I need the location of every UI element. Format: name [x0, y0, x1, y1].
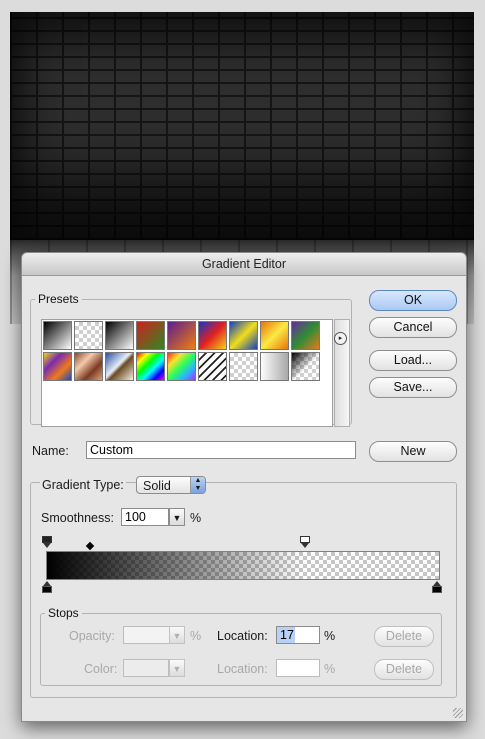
color-dropdown-icon[interactable]: ▼: [169, 659, 185, 677]
brick-wall-image: [10, 12, 474, 240]
delete-button-bottom[interactable]: Delete: [374, 659, 434, 680]
save-button[interactable]: Save...: [369, 377, 457, 398]
preset-swatch-yellow-violet-orange-blue[interactable]: [43, 352, 72, 381]
preset-swatch-red-green[interactable]: [136, 321, 165, 350]
preset-swatch-transparent-stripes[interactable]: [198, 352, 227, 381]
preset-swatch-foreground-to-transparent[interactable]: [74, 321, 103, 350]
location-label-bottom: Location:: [217, 662, 268, 676]
preset-swatch-violet-orange[interactable]: [167, 321, 196, 350]
color-swatch-field[interactable]: [123, 659, 169, 677]
stops-legend: Stops: [48, 606, 79, 620]
preset-swatch-chrome[interactable]: [105, 352, 134, 381]
location-unit-top: %: [324, 629, 336, 643]
dialog-title: Gradient Editor: [22, 253, 466, 276]
name-field[interactable]: [86, 441, 356, 459]
opacity-field[interactable]: [123, 626, 171, 644]
color-label: Color:: [84, 662, 118, 676]
preset-swatch-spectrum[interactable]: [136, 352, 165, 381]
preset-swatch-black-white[interactable]: [105, 321, 134, 350]
gradient-type-value: Solid: [143, 479, 171, 493]
preset-swatch-white-to-gray[interactable]: [260, 352, 289, 381]
smoothness-field[interactable]: [121, 508, 169, 526]
presets-menu-icon[interactable]: ▸: [334, 332, 347, 345]
preset-swatch-orange-yellow-orange[interactable]: [260, 321, 289, 350]
location-field-bottom[interactable]: [276, 659, 320, 677]
opacity-label: Opacity:: [69, 629, 115, 643]
preset-swatch-violet-green-orange[interactable]: [291, 321, 320, 350]
new-button[interactable]: New: [369, 441, 457, 462]
name-label: Name:: [32, 444, 69, 458]
preset-swatch-black-to-transparent[interactable]: [291, 352, 320, 381]
color-stop-end[interactable]: [432, 581, 442, 593]
ok-button[interactable]: OK: [369, 290, 457, 311]
preset-swatch-copper[interactable]: [74, 352, 103, 381]
opacity-dropdown-icon[interactable]: ▼: [169, 626, 185, 644]
color-stop-start[interactable]: [42, 581, 52, 593]
load-button[interactable]: Load...: [369, 350, 457, 371]
presets-swatch-list[interactable]: [41, 319, 350, 427]
location-unit-bottom: %: [324, 662, 336, 676]
presets-group: Presets ▸: [30, 292, 352, 427]
preset-swatch-blue-red-yellow[interactable]: [198, 321, 227, 350]
resize-grip-icon[interactable]: [453, 708, 463, 718]
gradient-editor-dialog: Gradient Editor Presets ▸ OK Cancel Load…: [21, 252, 467, 722]
location-label-top: Location:: [217, 629, 268, 643]
gradient-type-select[interactable]: Solid ▲ ▼: [136, 476, 206, 494]
delete-button-top[interactable]: Delete: [374, 626, 434, 647]
presets-legend: Presets: [38, 292, 79, 306]
gradient-preview-bar[interactable]: [46, 551, 440, 580]
opacity-stop-end[interactable]: [300, 536, 310, 548]
preset-swatch-neutral-density[interactable]: [229, 352, 258, 381]
smoothness-label: Smoothness:: [41, 511, 114, 525]
preset-swatch-transparent-rainbow[interactable]: [167, 352, 196, 381]
opacity-stop-start[interactable]: [42, 536, 52, 548]
smoothness-unit: %: [190, 511, 202, 525]
gradient-type-label: Gradient Type:: [40, 478, 126, 492]
preset-swatch-foreground-to-background[interactable]: [43, 321, 72, 350]
cancel-button[interactable]: Cancel: [369, 317, 457, 338]
location-field-top[interactable]: [276, 626, 320, 644]
smoothness-dropdown-icon[interactable]: ▼: [169, 508, 185, 526]
opacity-unit: %: [190, 629, 202, 643]
select-arrows-icon: ▲ ▼: [190, 477, 205, 493]
preset-swatch-blue-yellow-blue[interactable]: [229, 321, 258, 350]
